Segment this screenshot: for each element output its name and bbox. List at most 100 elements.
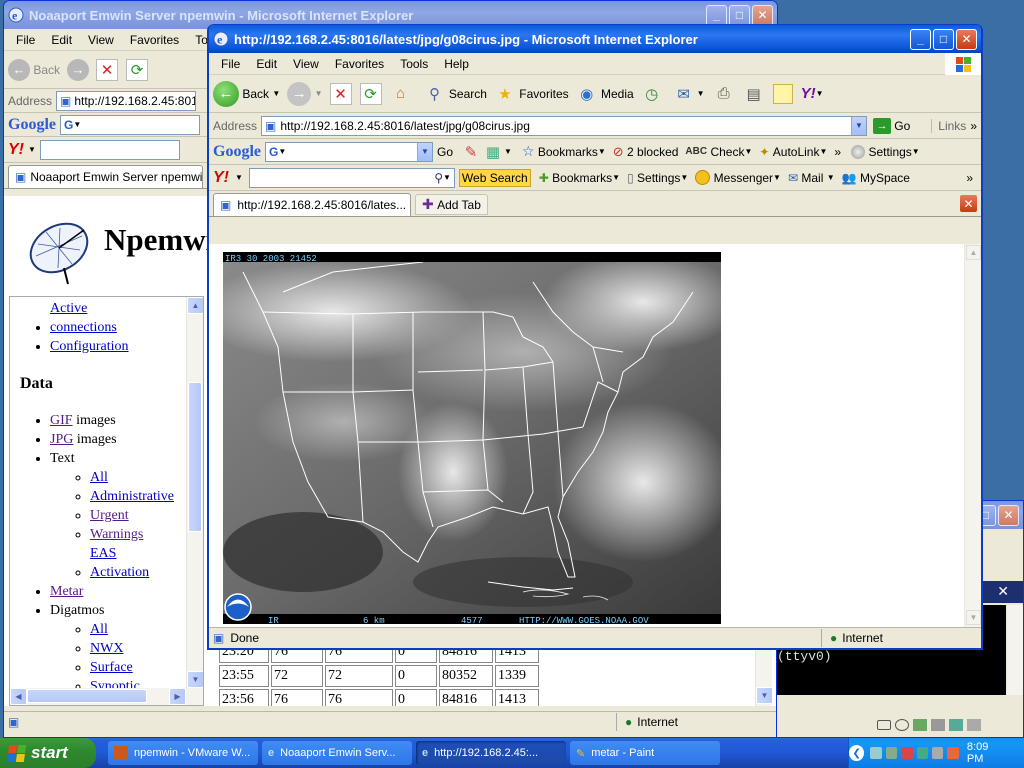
menu-file[interactable]: File bbox=[213, 57, 248, 71]
console-close-button[interactable]: ✕ bbox=[998, 504, 1019, 526]
tray-app-icon[interactable] bbox=[885, 747, 898, 759]
scroll-down-icon[interactable]: ▼ bbox=[966, 610, 981, 625]
menu-help[interactable]: Help bbox=[436, 57, 477, 71]
home-icon[interactable]: ⌂ bbox=[390, 83, 412, 105]
google-settings-button[interactable]: Settings ▼ bbox=[851, 144, 920, 159]
active-connections-link[interactable]: Active connections bbox=[50, 299, 130, 337]
eas-activation-link[interactable]: EAS Activation bbox=[90, 544, 160, 582]
bg-tab[interactable]: ▣ Noaaport Emwin Server npemwin bbox=[8, 165, 203, 188]
forward-button[interactable]: → ▼ bbox=[287, 81, 323, 106]
start-button[interactable]: start bbox=[0, 738, 96, 768]
media-button[interactable]: ◉ Media bbox=[576, 83, 634, 105]
print-icon[interactable]: ⎙ bbox=[713, 83, 735, 105]
close-tab-icon[interactable]: ✕ bbox=[960, 195, 977, 212]
foreground-ie-window[interactable]: e http://192.168.2.45:8016/latest/jpg/g0… bbox=[207, 24, 983, 650]
scroll-left-icon[interactable]: ◀ bbox=[10, 688, 27, 705]
back-button[interactable]: ← Back ▼ bbox=[213, 80, 280, 107]
scroll-up-icon[interactable]: ▲ bbox=[187, 297, 203, 314]
popup-blocker-button[interactable]: ⊘ 2 blocked bbox=[613, 144, 679, 160]
stop-icon[interactable]: ✕ bbox=[96, 58, 119, 81]
bg-yahoo-search-input[interactable] bbox=[39, 139, 180, 160]
google-bookmarks-button[interactable]: ☆ Bookmarks ▼ bbox=[522, 143, 606, 160]
chevron-right-icon[interactable]: » bbox=[966, 171, 973, 185]
tray-expand-icon[interactable]: ❮ bbox=[849, 745, 865, 761]
digatmos-all-link[interactable]: All bbox=[90, 622, 108, 637]
yahoo-settings-button[interactable]: ▯ Settings ▼ bbox=[627, 171, 688, 185]
scroll-right-icon[interactable]: ▶ bbox=[169, 688, 186, 705]
close-button[interactable]: ✕ bbox=[956, 28, 977, 50]
yahoo-toolbar-button[interactable]: Y! ▼ bbox=[801, 85, 824, 102]
sidebar-scrollbar[interactable]: ▲ ▼ bbox=[186, 297, 203, 705]
menu-tools[interactable]: Tools bbox=[392, 57, 436, 71]
jpg-images-link[interactable]: JPG bbox=[50, 432, 73, 447]
menu-edit[interactable]: Edit bbox=[43, 33, 80, 47]
task-vmware[interactable]: npemwin - VMware W... bbox=[108, 741, 258, 765]
search-button[interactable]: ⚲ Search bbox=[424, 83, 487, 105]
task-paint[interactable]: ✎ metar - Paint bbox=[570, 741, 720, 765]
stop-icon[interactable]: ✕ bbox=[329, 82, 352, 105]
chevron-right-icon[interactable]: » bbox=[834, 145, 841, 159]
refresh-icon[interactable]: ⟳ bbox=[126, 58, 149, 81]
urgent-link[interactable]: Urgent bbox=[90, 508, 129, 523]
google-search-input[interactable]: G ▼ ▼ bbox=[265, 141, 433, 162]
network-icon[interactable] bbox=[870, 747, 882, 759]
myspace-button[interactable]: 👥 MySpace bbox=[842, 171, 910, 185]
go-button[interactable]: → Go bbox=[872, 117, 910, 134]
nwx-link[interactable]: NWX bbox=[90, 641, 123, 656]
fg-scrollbar[interactable]: ▲ ▼ bbox=[964, 244, 981, 627]
task-ie-image[interactable]: e http://192.168.2.45:... bbox=[416, 741, 566, 765]
shield-icon[interactable] bbox=[901, 747, 913, 759]
chevron-right-icon[interactable]: » bbox=[970, 119, 977, 133]
bg-forward-button[interactable]: → bbox=[67, 58, 90, 81]
mail-button[interactable]: ✉ Mail ▼ bbox=[788, 171, 835, 185]
google-news-icon[interactable]: ✎ bbox=[460, 141, 482, 163]
scroll-up-icon[interactable]: ▲ bbox=[966, 245, 981, 260]
fg-title-bar[interactable]: e http://192.168.2.45:8016/latest/jpg/g0… bbox=[209, 25, 981, 53]
bg-google-search-input[interactable]: G ▼ bbox=[60, 114, 200, 135]
yahoo-web-search-button[interactable]: Web Search bbox=[458, 168, 531, 187]
clock[interactable]: 8:09 PM bbox=[967, 741, 1006, 765]
minimize-button[interactable]: _ bbox=[706, 4, 727, 26]
history-icon[interactable]: ◷ bbox=[641, 83, 663, 105]
menu-view[interactable]: View bbox=[80, 33, 122, 47]
console-tab-close-icon[interactable]: ✕ bbox=[997, 583, 1009, 600]
gif-images-link[interactable]: GIF bbox=[50, 413, 73, 428]
task-noaaport[interactable]: e Noaaport Emwin Serv... bbox=[262, 741, 412, 765]
dropdown-arrow-icon[interactable]: ▼ bbox=[417, 142, 432, 161]
configuration-link[interactable]: Configuration bbox=[50, 339, 129, 354]
refresh-icon[interactable]: ⟳ bbox=[359, 82, 382, 105]
scroll-thumb[interactable] bbox=[188, 382, 202, 532]
metar-link[interactable]: Metar bbox=[50, 584, 83, 599]
edit-icon[interactable]: ▤ bbox=[743, 83, 765, 105]
active-tab[interactable]: ▣ http://192.168.2.45:8016/lates... bbox=[213, 193, 411, 216]
menu-edit[interactable]: Edit bbox=[248, 57, 285, 71]
mail-icon[interactable]: ✉ bbox=[673, 83, 695, 105]
surface-link[interactable]: Surface bbox=[90, 660, 133, 675]
messenger-button[interactable]: Messenger ▼ bbox=[695, 170, 781, 185]
minimize-button[interactable]: _ bbox=[910, 28, 931, 50]
dropdown-arrow-icon[interactable]: ▼ bbox=[850, 116, 866, 135]
menu-view[interactable]: View bbox=[285, 57, 327, 71]
links-label[interactable]: Links bbox=[931, 118, 966, 133]
console-scrollbar[interactable] bbox=[1006, 605, 1023, 695]
tray-app-icon[interactable] bbox=[947, 747, 959, 759]
dropdown-arrow-icon[interactable]: ▼ bbox=[272, 89, 280, 98]
spell-check-button[interactable]: ABC Check ▼ bbox=[685, 145, 752, 159]
tray-app-icon[interactable] bbox=[932, 747, 944, 759]
hscroll-thumb[interactable] bbox=[27, 689, 147, 703]
google-go-button[interactable]: Go bbox=[437, 145, 453, 159]
maximize-button[interactable]: □ bbox=[933, 28, 954, 50]
address-input[interactable]: ▣ http://192.168.2.45:8016/latest/jpg/g08… bbox=[261, 115, 867, 136]
menu-favorites[interactable]: Favorites bbox=[122, 33, 187, 47]
tray-app-icon[interactable] bbox=[916, 747, 929, 759]
text-all-link[interactable]: All bbox=[90, 470, 108, 485]
pagerank-icon[interactable]: ▦ bbox=[482, 141, 504, 163]
sidebar-hscrollbar[interactable]: ◀ ▶ bbox=[10, 688, 203, 705]
discuss-icon[interactable] bbox=[772, 83, 793, 104]
bg-address-input[interactable]: ▣ http://192.168.2.45:8016/ bbox=[56, 90, 197, 111]
bg-back-button[interactable]: ← Back bbox=[8, 58, 60, 81]
maximize-button[interactable]: □ bbox=[729, 4, 750, 26]
yahoo-search-input[interactable]: ⚲ ▼ bbox=[248, 167, 455, 188]
yahoo-bookmarks-button[interactable]: ✚ Bookmarks ▼ bbox=[539, 171, 620, 185]
autolink-button[interactable]: ✦ AutoLink ▼ bbox=[759, 145, 827, 159]
